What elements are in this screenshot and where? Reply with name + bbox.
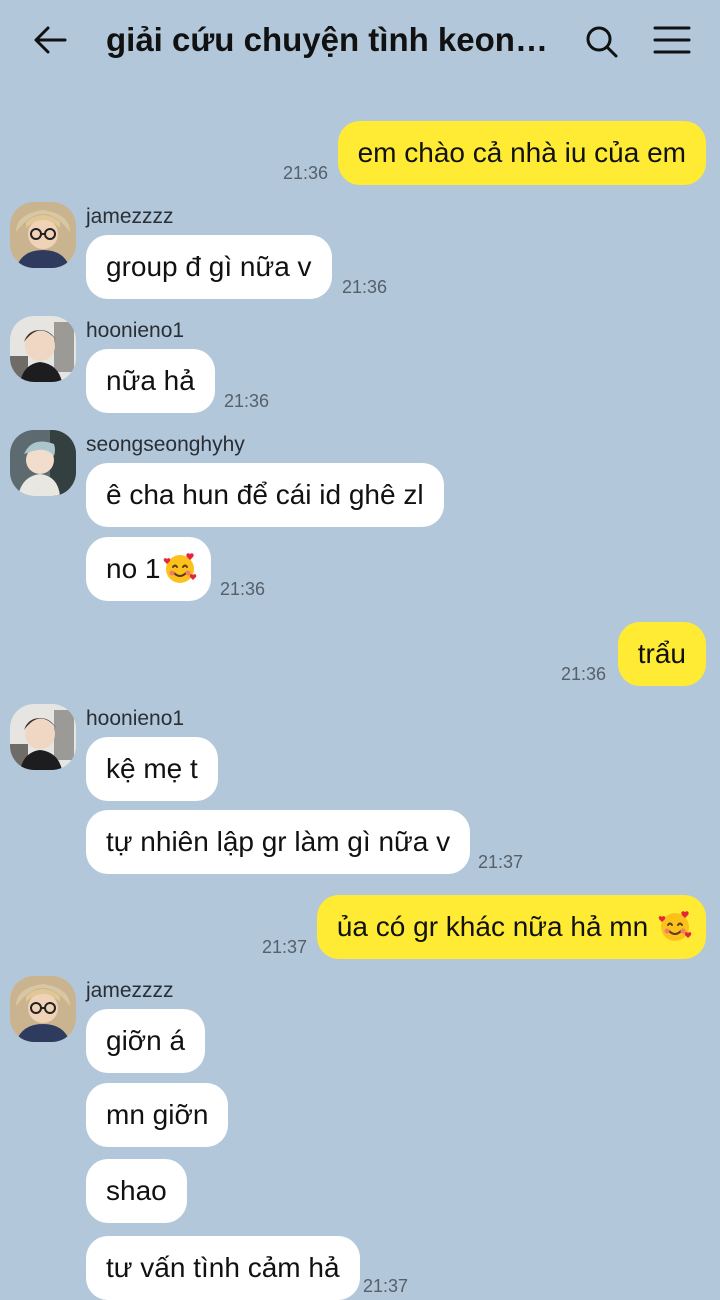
search-button[interactable] (580, 20, 624, 64)
avatar-jamezzzz[interactable] (10, 202, 76, 268)
message-text: shao (106, 1175, 167, 1206)
incoming-message[interactable]: ê cha hun để cái id ghê zl (86, 463, 444, 527)
message-time: 21:37 (363, 1276, 409, 1296)
message-time: 21:37 (478, 852, 524, 872)
message-time: 21:36 (220, 579, 266, 599)
chat-title: giải cứu chuyện tình keonh... (106, 21, 554, 58)
sender-name: jamezzzz (86, 979, 174, 1002)
avatar-jamezzzz[interactable] (10, 976, 76, 1042)
message-text: ê cha hun để cái id ghê zl (106, 479, 424, 510)
message-time: 21:36 (283, 163, 329, 183)
sender-name: jamezzzz (86, 205, 174, 228)
message-time: 21:36 (342, 277, 388, 297)
sender-name: seongseonghyhy (86, 433, 245, 456)
incoming-message[interactable]: mn giỡn (86, 1083, 229, 1147)
back-button[interactable] (28, 18, 72, 62)
message-text: tư vấn tình cảm hả (106, 1252, 340, 1283)
incoming-message[interactable]: kệ mẹ t (86, 737, 218, 801)
chat-header: giải cứu chuyện tình keonh... (0, 0, 720, 82)
incoming-message[interactable]: nữa hả (86, 349, 215, 413)
chat-area[interactable]: 21:36 em chào cả nhà iu của em jamezzzz … (0, 82, 720, 1300)
smiling-face-with-hearts-icon (658, 910, 692, 941)
sender-name: hoonieno1 (86, 319, 185, 342)
avatar-seongseonghyhy[interactable] (10, 430, 76, 496)
incoming-message[interactable]: shao (86, 1159, 187, 1223)
message-text: nữa hả (106, 365, 195, 396)
message-text: ủa có gr khác nữa hả mn (336, 911, 649, 942)
back-arrow-icon (34, 26, 67, 54)
message-text: em chào cả nhà iu của em (357, 137, 686, 168)
sender-name: hoonieno1 (86, 707, 185, 730)
message-text: no 1 (106, 553, 161, 584)
message-text: tự nhiên lập gr làm gì nữa v (106, 826, 451, 857)
search-icon (586, 26, 618, 58)
hamburger-menu-icon (653, 26, 691, 54)
outgoing-message[interactable]: em chào cả nhà iu của em (337, 121, 706, 185)
avatar-hoonieno1[interactable] (10, 316, 76, 382)
incoming-message[interactable]: tự nhiên lập gr làm gì nữa v (86, 810, 471, 874)
incoming-message[interactable]: giỡn á (86, 1009, 206, 1073)
message-text: mn giỡn (106, 1099, 209, 1130)
incoming-message[interactable]: group đ gì nữa v (86, 235, 332, 299)
menu-button[interactable] (648, 18, 696, 62)
avatar-hoonieno1[interactable] (10, 704, 76, 770)
incoming-message[interactable]: tư vấn tình cảm hả (86, 1236, 360, 1300)
smiling-face-with-hearts-icon (163, 552, 196, 583)
outgoing-message[interactable]: ủa có gr khác nữa hả mn (316, 895, 706, 959)
message-text: group đ gì nữa v (106, 251, 312, 282)
message-time: 21:36 (561, 664, 607, 684)
message-time: 21:37 (262, 937, 308, 957)
message-time: 21:36 (224, 391, 270, 411)
outgoing-message[interactable]: trẩu (617, 622, 706, 686)
message-text: trẩu (637, 638, 686, 669)
message-text: giỡn á (106, 1025, 186, 1056)
incoming-message[interactable]: no 1 (86, 537, 211, 601)
message-text: kệ mẹ t (106, 753, 198, 784)
